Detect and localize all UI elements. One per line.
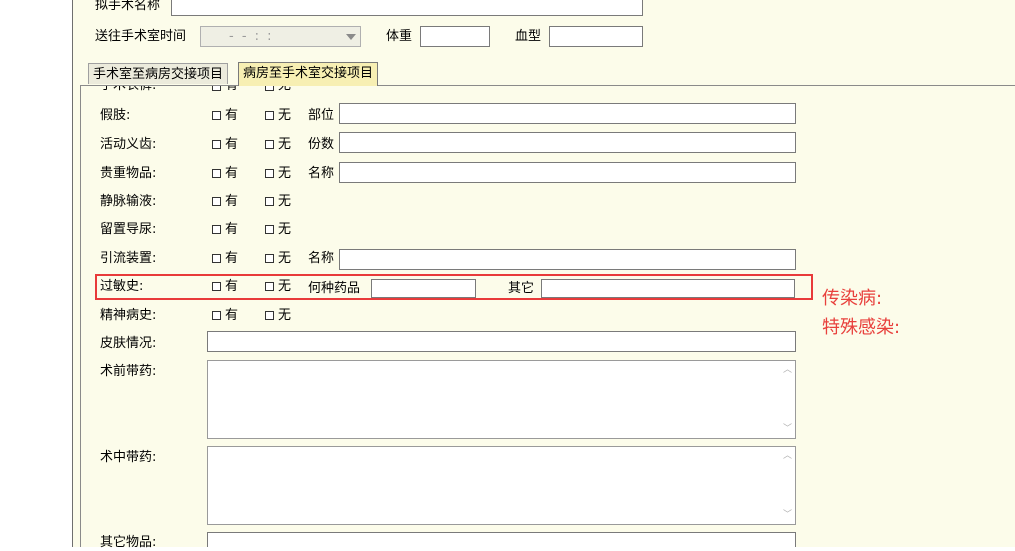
tab-or-to-ward[interactable]: 手术室至病房交接项目 xyxy=(88,63,229,84)
iv-infusion-yes-checkbox[interactable] xyxy=(212,197,221,206)
no-label: 无 xyxy=(278,86,291,94)
prosthesis-site-input[interactable] xyxy=(339,103,796,124)
no-label: 无 xyxy=(278,279,292,294)
iv-infusion-label: 静脉输液: xyxy=(100,194,157,209)
blood-type-label: 血型 xyxy=(515,29,542,44)
content-left-border xyxy=(80,86,81,547)
no-label: 无 xyxy=(278,108,292,123)
chevron-down-icon[interactable] xyxy=(346,34,356,40)
panel-border xyxy=(72,0,73,547)
infectious-disease-annotation: 传染病: xyxy=(822,288,883,309)
yes-label: 有 xyxy=(225,86,238,94)
send-time-label: 送往手术室时间 xyxy=(95,29,187,44)
skin-input[interactable] xyxy=(207,331,796,352)
drainage-no-checkbox[interactable] xyxy=(265,254,274,263)
catheter-yes-checkbox[interactable] xyxy=(212,225,221,234)
allergy-other-label: 其它 xyxy=(508,281,535,296)
intraop-meds-textarea[interactable]: ︿ ﹀ xyxy=(207,446,796,525)
mental-history-no-checkbox[interactable] xyxy=(265,311,274,320)
valuables-name-label: 名称 xyxy=(308,166,335,181)
dentures-count-label: 份数 xyxy=(308,137,335,152)
surgery-clothes-no-checkbox[interactable] xyxy=(265,86,274,91)
weight-label: 体重 xyxy=(386,29,413,44)
blood-type-input[interactable] xyxy=(549,26,643,47)
allergy-drug-label: 何种药品 xyxy=(308,281,361,296)
skin-label: 皮肤情况: xyxy=(100,336,157,351)
drainage-label: 引流装置: xyxy=(100,251,157,266)
weight-input[interactable] xyxy=(420,26,490,47)
no-label: 无 xyxy=(278,137,292,152)
surgery-clothes-label: 手术衣裤: xyxy=(100,86,156,94)
tab-ward-to-or[interactable]: 病房至手术室交接项目 xyxy=(238,62,379,86)
yes-label: 有 xyxy=(225,108,239,123)
yes-label: 有 xyxy=(225,137,239,152)
other-items-input[interactable] xyxy=(207,532,796,547)
yes-label: 有 xyxy=(225,251,239,266)
allergy-no-checkbox[interactable] xyxy=(265,282,274,291)
scroll-down-icon[interactable]: ﹀ xyxy=(782,510,793,520)
send-time-picker[interactable]: - - : : xyxy=(200,26,361,47)
surgery-clothes-yes-checkbox[interactable] xyxy=(212,86,221,91)
surgery-name-label: 拟手术名称 xyxy=(95,0,161,13)
allergy-yes-checkbox[interactable] xyxy=(212,282,221,291)
yes-label: 有 xyxy=(225,308,239,323)
preop-meds-label: 术前带药: xyxy=(100,364,157,379)
valuables-label: 贵重物品: xyxy=(100,166,157,181)
surgery-name-input[interactable] xyxy=(171,0,643,16)
preop-meds-textarea[interactable]: ︿ ﹀ xyxy=(207,360,796,439)
catheter-label: 留置导尿: xyxy=(100,222,157,237)
no-label: 无 xyxy=(278,308,292,323)
mental-history-label: 精神病史: xyxy=(100,308,157,323)
send-time-placeholder: - - : : xyxy=(229,29,274,44)
dentures-yes-checkbox[interactable] xyxy=(212,140,221,149)
valuables-name-input[interactable] xyxy=(339,162,796,183)
valuables-no-checkbox[interactable] xyxy=(265,169,274,178)
no-label: 无 xyxy=(278,222,292,237)
prosthesis-label: 假肢: xyxy=(100,108,131,123)
scroll-up-icon[interactable]: ︿ xyxy=(782,365,793,375)
other-items-label: 其它物品: xyxy=(100,535,157,550)
intraop-meds-label: 术中带药: xyxy=(100,450,157,465)
scroll-up-icon[interactable]: ︿ xyxy=(782,451,793,461)
mental-history-yes-checkbox[interactable] xyxy=(212,311,221,320)
allergy-label: 过敏史: xyxy=(100,279,144,294)
special-infection-annotation: 特殊感染: xyxy=(822,317,901,338)
dentures-count-input[interactable] xyxy=(339,132,796,153)
no-label: 无 xyxy=(278,166,292,181)
dentures-no-checkbox[interactable] xyxy=(265,140,274,149)
prosthesis-yes-checkbox[interactable] xyxy=(212,111,221,120)
valuables-yes-checkbox[interactable] xyxy=(212,169,221,178)
yes-label: 有 xyxy=(225,166,239,181)
scroll-down-icon[interactable]: ﹀ xyxy=(782,424,793,434)
dentures-label: 活动义齿: xyxy=(100,137,157,152)
catheter-no-checkbox[interactable] xyxy=(265,225,274,234)
clipped-row: 手术衣裤: 有 无 xyxy=(81,86,1015,96)
yes-label: 有 xyxy=(225,222,239,237)
iv-infusion-no-checkbox[interactable] xyxy=(265,197,274,206)
yes-label: 有 xyxy=(225,279,239,294)
no-label: 无 xyxy=(278,194,292,209)
drainage-yes-checkbox[interactable] xyxy=(212,254,221,263)
no-label: 无 xyxy=(278,251,292,266)
prosthesis-no-checkbox[interactable] xyxy=(265,111,274,120)
yes-label: 有 xyxy=(225,194,239,209)
drainage-name-input[interactable] xyxy=(339,249,796,270)
prosthesis-site-label: 部位 xyxy=(308,108,335,123)
drainage-name-label: 名称 xyxy=(308,251,335,266)
allergy-drug-input[interactable] xyxy=(371,279,476,298)
allergy-other-input[interactable] xyxy=(541,279,795,298)
